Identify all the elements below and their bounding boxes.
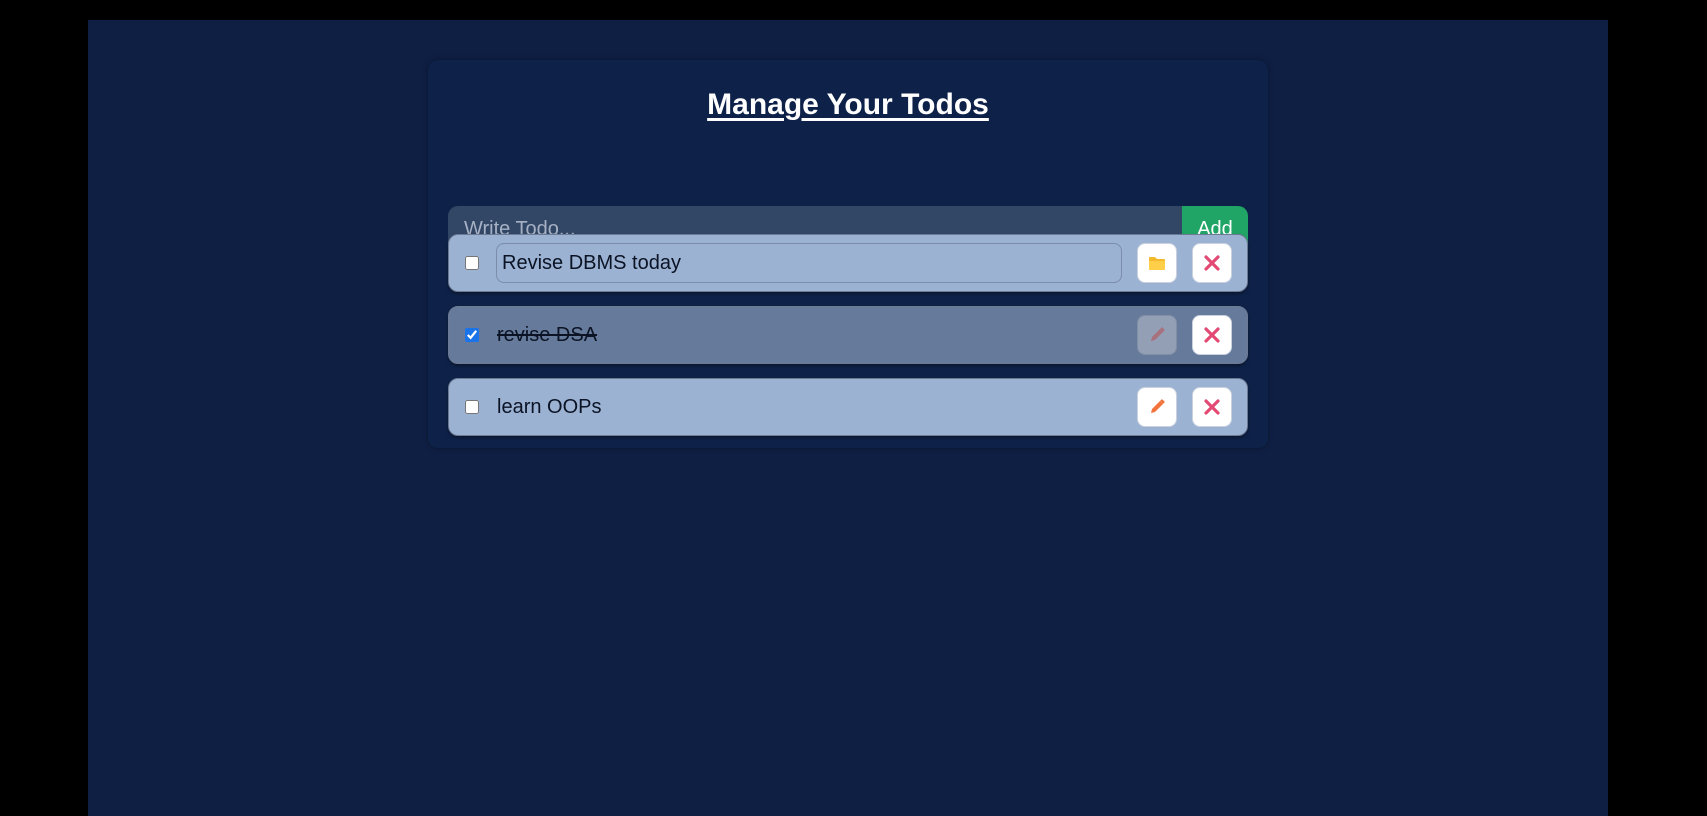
pencil-icon xyxy=(1148,398,1166,416)
edit-button[interactable] xyxy=(1137,315,1177,355)
save-button[interactable] xyxy=(1137,243,1177,283)
todo-checkbox[interactable] xyxy=(465,328,479,342)
delete-button[interactable] xyxy=(1192,243,1232,283)
todo-card: Manage Your Todos Add xyxy=(428,60,1268,448)
todo-text-field[interactable] xyxy=(496,387,1122,427)
todo-checkbox[interactable] xyxy=(465,256,479,270)
app-frame: Manage Your Todos Add xyxy=(88,20,1608,816)
close-icon xyxy=(1203,254,1221,272)
todo-text-field[interactable] xyxy=(496,243,1122,283)
todo-item xyxy=(448,378,1248,436)
close-icon xyxy=(1203,326,1221,344)
page-title: Manage Your Todos xyxy=(707,88,989,121)
close-icon xyxy=(1203,398,1221,416)
todo-text-field[interactable] xyxy=(496,315,1122,355)
folder-icon xyxy=(1148,255,1166,271)
delete-button[interactable] xyxy=(1192,315,1232,355)
todo-item xyxy=(448,306,1248,364)
edit-button[interactable] xyxy=(1137,387,1177,427)
todo-checkbox[interactable] xyxy=(465,400,479,414)
pencil-icon xyxy=(1148,326,1166,344)
delete-button[interactable] xyxy=(1192,387,1232,427)
todo-item xyxy=(448,234,1248,292)
